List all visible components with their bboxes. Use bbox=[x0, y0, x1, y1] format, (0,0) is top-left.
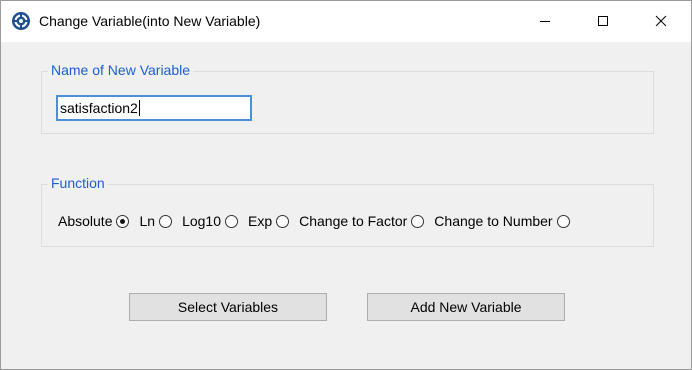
text-caret bbox=[138, 100, 140, 116]
add-new-variable-button[interactable]: Add New Variable bbox=[367, 293, 565, 321]
minimize-button[interactable] bbox=[516, 1, 574, 42]
minimize-icon bbox=[539, 14, 551, 30]
radio-log10-label: Log10 bbox=[182, 213, 221, 229]
title-bar[interactable]: Change Variable(into New Variable) bbox=[1, 1, 691, 42]
radio-absolute-circle[interactable] bbox=[116, 214, 130, 228]
maximize-icon bbox=[597, 14, 609, 30]
radio-ln-circle[interactable] bbox=[159, 214, 173, 228]
select-variables-button[interactable]: Select Variables bbox=[129, 293, 327, 321]
function-group-legend: Function bbox=[48, 175, 108, 191]
radio-exp-circle[interactable] bbox=[276, 214, 290, 228]
radio-change-to-number-label: Change to Number bbox=[434, 213, 553, 229]
radio-log10-circle[interactable] bbox=[225, 214, 238, 228]
name-of-new-variable-group: Name of New Variable satisfaction2 bbox=[41, 62, 654, 134]
name-group-legend: Name of New Variable bbox=[48, 62, 194, 78]
radio-change-to-factor-circle[interactable] bbox=[411, 214, 425, 228]
radio-ln-label: Ln bbox=[139, 213, 156, 229]
new-variable-name-value: satisfaction2 bbox=[60, 100, 138, 116]
function-group: Function Absolute Ln Log10 Exp Change to… bbox=[41, 175, 654, 247]
radio-change-to-number[interactable]: Change to Number bbox=[434, 213, 570, 229]
radio-change-to-factor[interactable]: Change to Factor bbox=[299, 213, 425, 229]
dialog-window: Change Variable(into New Variable) Name … bbox=[0, 0, 692, 370]
radio-absolute-label: Absolute bbox=[58, 213, 113, 229]
radio-change-to-number-circle[interactable] bbox=[556, 214, 570, 228]
window-title: Change Variable(into New Variable) bbox=[39, 13, 261, 29]
close-button[interactable] bbox=[632, 1, 690, 42]
radio-change-to-factor-label: Change to Factor bbox=[299, 213, 408, 229]
radio-exp[interactable]: Exp bbox=[248, 213, 290, 229]
function-radio-row: Absolute Ln Log10 Exp Change to Factor C… bbox=[58, 212, 580, 230]
radio-absolute[interactable]: Absolute bbox=[58, 213, 130, 229]
maximize-button[interactable] bbox=[574, 1, 632, 42]
close-icon bbox=[655, 14, 667, 30]
radio-ln[interactable]: Ln bbox=[139, 213, 173, 229]
radio-log10[interactable]: Log10 bbox=[182, 213, 238, 229]
app-gear-icon bbox=[11, 11, 31, 31]
radio-exp-label: Exp bbox=[248, 213, 273, 229]
new-variable-name-input[interactable]: satisfaction2 bbox=[56, 95, 252, 121]
